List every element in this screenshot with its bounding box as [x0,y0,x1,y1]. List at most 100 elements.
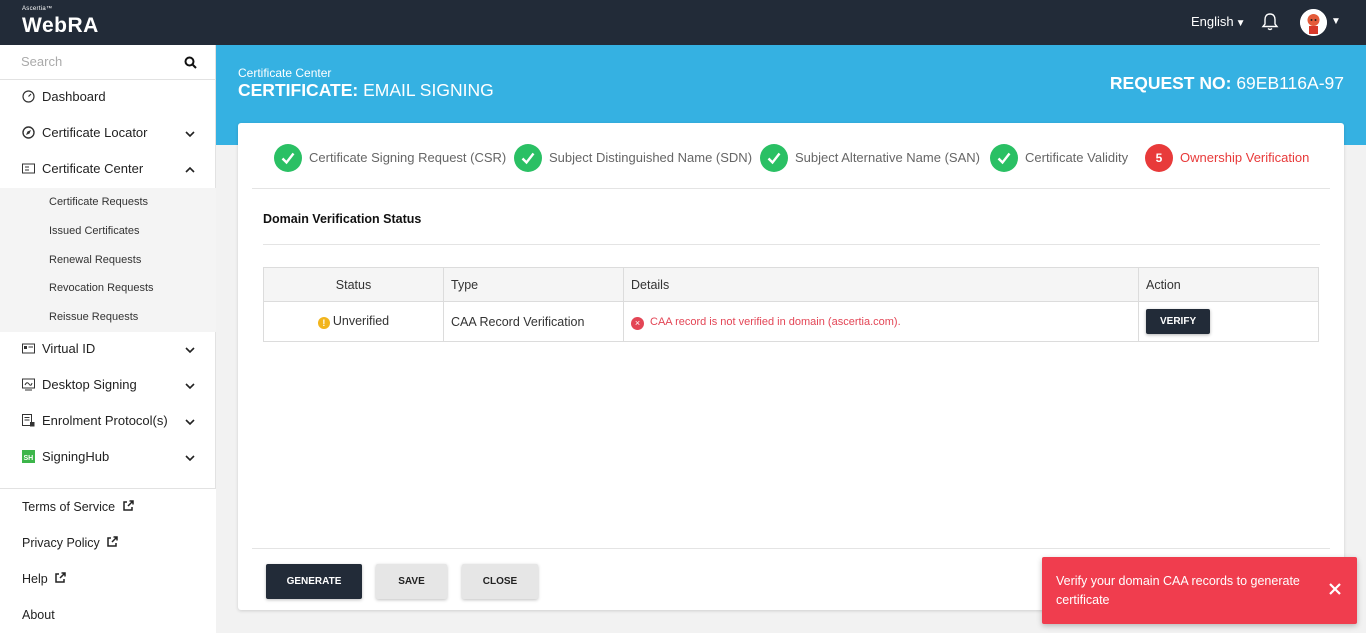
chevron-down-icon [185,131,195,138]
dashboard-icon [22,90,35,103]
sidebar-item-certificate-locator[interactable]: Certificate Locator [0,115,216,151]
signinghub-icon: SH [22,450,35,463]
avatar-image [1300,9,1327,36]
column-header-details: Details [623,267,1139,302]
step-label: Subject Distinguished Name (SDN) [549,150,753,165]
submenu-item-renewal-requests[interactable]: Renewal Requests [49,254,141,266]
submenu-item-reissue-requests[interactable]: Reissue Requests [49,311,138,323]
language-selector[interactable]: English ▼ [1191,14,1246,29]
search-input[interactable] [21,54,181,69]
certificate-icon [22,163,35,174]
details-error-text: CAA record is not verified in domain (as… [650,315,901,328]
page-title-rest: EMAIL SIGNING [358,80,494,100]
sidebar-item-label: Certificate Center [42,161,144,176]
chevron-down-icon [185,455,195,462]
protocol-icon [22,414,35,427]
request-number-value: 69EB116A-97 [1231,73,1344,93]
sidebar-item-label: Enrolment Protocol(s) [42,413,168,428]
column-header-status: Status [263,267,444,302]
step-label: Certificate Signing Request (CSR) [309,150,507,165]
chevron-up-icon [185,166,195,173]
save-button[interactable]: SAVE [376,564,447,599]
divider [263,244,1320,245]
user-avatar[interactable] [1300,9,1327,36]
desktop-signing-icon [22,378,35,391]
step-complete-check-icon [514,144,542,172]
external-link-icon [122,500,134,511]
toast-message: Verify your domain CAA records to genera… [1056,574,1300,607]
details-cell: × CAA record is not verified in domain (a… [623,301,1139,342]
section-title: Domain Verification Status [263,212,422,226]
certificate-center-submenu: Certificate Requests Issued Certificates… [0,188,216,332]
divider [252,188,1330,189]
step-complete-check-icon [274,144,302,172]
step-complete-check-icon [760,144,788,172]
external-link-icon [107,536,119,547]
privacy-policy-link[interactable]: Privacy Policy [22,536,119,550]
sidebar-item-signinghub[interactable]: SH SigningHub [0,439,216,475]
submenu-item-certificate-requests[interactable]: Certificate Requests [49,196,148,208]
warning-icon: ! [317,317,330,329]
search-icon[interactable] [184,56,197,69]
close-icon[interactable] [1328,582,1342,596]
submenu-item-revocation-requests[interactable]: Revocation Requests [49,282,154,294]
close-button[interactable]: CLOSE [462,564,538,599]
id-card-icon [22,343,35,354]
step-label: Subject Alternative Name (SAN) [795,150,980,165]
sidebar-search [0,45,216,80]
external-link-icon [55,572,66,583]
footer-link-label: Terms of Service [22,500,116,514]
terms-of-service-link[interactable]: Terms of Service [22,500,134,514]
sidebar-item-label: SigningHub [42,449,110,464]
verify-button[interactable]: VERIFY [1146,309,1211,334]
sidebar-item-dashboard[interactable]: Dashboard [0,79,216,115]
top-bar: Ascertia™ WebRA English ▼ ▼ [0,0,1366,45]
chevron-down-icon [185,347,195,354]
notification-bell-icon[interactable] [1260,12,1280,32]
table-row: ! Unverified CAA Record Verification × CAA… [263,301,1319,342]
breadcrumb[interactable]: Certificate Center [238,66,331,80]
chevron-down-icon [185,383,195,390]
request-number: REQUEST NO: 69EB116A-97 [1110,73,1344,94]
language-label: English [1191,14,1234,29]
sidebar: Dashboard Certificate Locator Certificat… [0,45,216,633]
sidebar-item-virtual-id[interactable]: Virtual ID [0,331,216,367]
brand-name: WebRA [22,14,99,37]
error-icon: × [631,316,644,330]
divider [252,548,1330,549]
sidebar-item-label: Certificate Locator [42,125,148,140]
sidebar-item-label: Dashboard [42,89,106,104]
submenu-item-issued-certificates[interactable]: Issued Certificates [49,225,139,237]
sidebar-item-desktop-signing[interactable]: Desktop Signing [0,367,216,403]
sidebar-item-enrolment-protocols[interactable]: Enrolment Protocol(s) [0,403,216,439]
page-title: CERTIFICATE: EMAIL SIGNING [238,80,494,101]
help-link[interactable]: Help [22,572,66,586]
sidebar-item-label: Virtual ID [42,341,96,356]
caret-down-icon[interactable]: ▼ [1331,16,1341,27]
step-complete-check-icon [990,144,1018,172]
footer-link-label: About [22,608,55,622]
caret-down-icon: ▼ [1235,18,1246,29]
footer-link-label: Privacy Policy [22,536,100,550]
app-logo[interactable]: Ascertia™ WebRA [22,6,99,38]
step-number-badge: 5 [1145,144,1173,172]
type-cell: CAA Record Verification [443,301,624,342]
compass-icon [22,126,35,139]
chevron-down-icon [185,419,195,426]
step-label: Certificate Validity [1025,150,1129,165]
table-header-row: Status Type Details Action [263,267,1319,302]
error-toast: Verify your domain CAA records to genera… [1042,557,1357,624]
about-link[interactable]: About [22,608,55,622]
sidebar-item-certificate-center[interactable]: Certificate Center [0,151,216,187]
page-title-bold: CERTIFICATE: [238,80,359,100]
brand-small: Ascertia™ [22,6,53,12]
column-header-action: Action [1138,267,1319,302]
domain-verification-table: Status Type Details Action ! Unverified C… [263,267,1319,342]
action-cell: VERIFY [1138,301,1319,342]
generate-button[interactable]: GENERATE [266,564,362,599]
column-header-type: Type [443,267,624,302]
status-cell: ! Unverified [263,301,444,342]
status-text: Unverified [332,314,390,328]
main-card: Certificate Signing Request (CSR) Subjec… [238,123,1344,610]
step-label: Ownership Verification [1180,150,1310,165]
